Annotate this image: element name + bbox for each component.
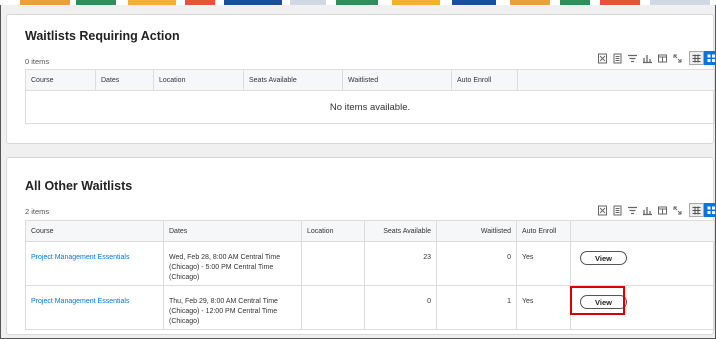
columns-icon[interactable] xyxy=(657,53,668,64)
table-row: Project Management Essentials Wed, Feb 2… xyxy=(25,241,715,286)
dates-line: (Chicago) - 12:00 PM Central Time xyxy=(169,308,278,315)
excel-export-icon[interactable] xyxy=(597,205,608,216)
course-link[interactable]: Project Management Essentials xyxy=(31,298,129,305)
course-cell: Project Management Essentials xyxy=(25,241,164,286)
table-view-icon[interactable] xyxy=(689,51,704,65)
columns-icon[interactable] xyxy=(657,205,668,216)
dates-line: Thu, Feb 29, 8:00 AM Central Time xyxy=(169,298,278,305)
location-cell xyxy=(301,241,365,286)
table-header-row: Course Dates Location Seats Available Wa… xyxy=(25,220,715,242)
dates-line: (Chicago) - 5:00 PM Central Time xyxy=(169,264,274,271)
waitlisted-cell: 0 xyxy=(436,241,517,286)
column-header[interactable]: Location xyxy=(301,220,365,242)
column-header[interactable]: Dates xyxy=(163,220,302,242)
item-count: 0 items xyxy=(25,57,50,66)
filter-icon[interactable] xyxy=(627,53,638,64)
fullscreen-icon[interactable] xyxy=(672,53,683,64)
column-header[interactable]: Course xyxy=(25,69,96,91)
column-header[interactable]: Auto Enroll xyxy=(451,69,518,91)
excel-export-icon[interactable] xyxy=(597,53,608,64)
pdf-export-icon[interactable] xyxy=(612,53,623,64)
table-header-row: Course Dates Location Seats Available Wa… xyxy=(25,69,715,91)
section-title: All Other Waitlists xyxy=(25,179,133,193)
empty-row: No items available. xyxy=(25,90,715,124)
course-link[interactable]: Project Management Essentials xyxy=(31,254,129,261)
column-header-blank xyxy=(570,220,715,242)
item-count: 2 items xyxy=(25,207,50,216)
table-toolbar xyxy=(593,203,716,217)
column-header-blank xyxy=(517,69,715,91)
course-cell: Project Management Essentials xyxy=(25,285,164,330)
dates-line: Wed, Feb 28, 8:00 AM Central Time xyxy=(169,254,281,261)
auto-enroll-cell: Yes xyxy=(516,285,571,330)
column-header[interactable]: Seats Available xyxy=(243,69,343,91)
auto-enroll-cell: Yes xyxy=(516,241,571,286)
waitlisted-cell: 1 xyxy=(436,285,517,330)
waitlists-requiring-action-card: Waitlists Requiring Action 0 items Cours… xyxy=(6,14,716,144)
dates-cell: Wed, Feb 28, 8:00 AM Central Time (Chica… xyxy=(163,241,302,286)
table-view-icon[interactable] xyxy=(689,203,704,217)
empty-message: No items available. xyxy=(25,90,715,124)
section-title: Waitlists Requiring Action xyxy=(25,29,180,43)
column-header[interactable]: Waitlisted xyxy=(436,220,517,242)
fullscreen-icon[interactable] xyxy=(672,205,683,216)
dates-line: (Chicago) xyxy=(169,274,200,281)
column-header[interactable]: Waitlisted xyxy=(342,69,452,91)
filter-icon[interactable] xyxy=(627,205,638,216)
grid-view-icon[interactable] xyxy=(704,51,716,65)
table-toolbar xyxy=(593,51,716,65)
action-cell: View xyxy=(570,241,715,286)
dates-cell: Thu, Feb 29, 8:00 AM Central Time (Chica… xyxy=(163,285,302,330)
pdf-export-icon[interactable] xyxy=(612,205,623,216)
grid-view-icon[interactable] xyxy=(704,203,716,217)
location-cell xyxy=(301,285,365,330)
seats-available-cell: 23 xyxy=(364,241,437,286)
column-header[interactable]: Location xyxy=(153,69,244,91)
view-button[interactable]: View xyxy=(580,251,627,265)
waitlist-action-table: Course Dates Location Seats Available Wa… xyxy=(25,69,715,124)
column-header[interactable]: Auto Enroll xyxy=(516,220,571,242)
column-header[interactable]: Dates xyxy=(95,69,154,91)
column-header[interactable]: Seats Available xyxy=(364,220,437,242)
seats-available-cell: 0 xyxy=(364,285,437,330)
header-banner xyxy=(0,0,716,5)
dates-line: (Chicago) xyxy=(169,318,200,325)
highlight-box xyxy=(570,286,625,315)
chart-icon[interactable] xyxy=(642,53,653,64)
chart-icon[interactable] xyxy=(642,205,653,216)
column-header[interactable]: Course xyxy=(25,220,164,242)
